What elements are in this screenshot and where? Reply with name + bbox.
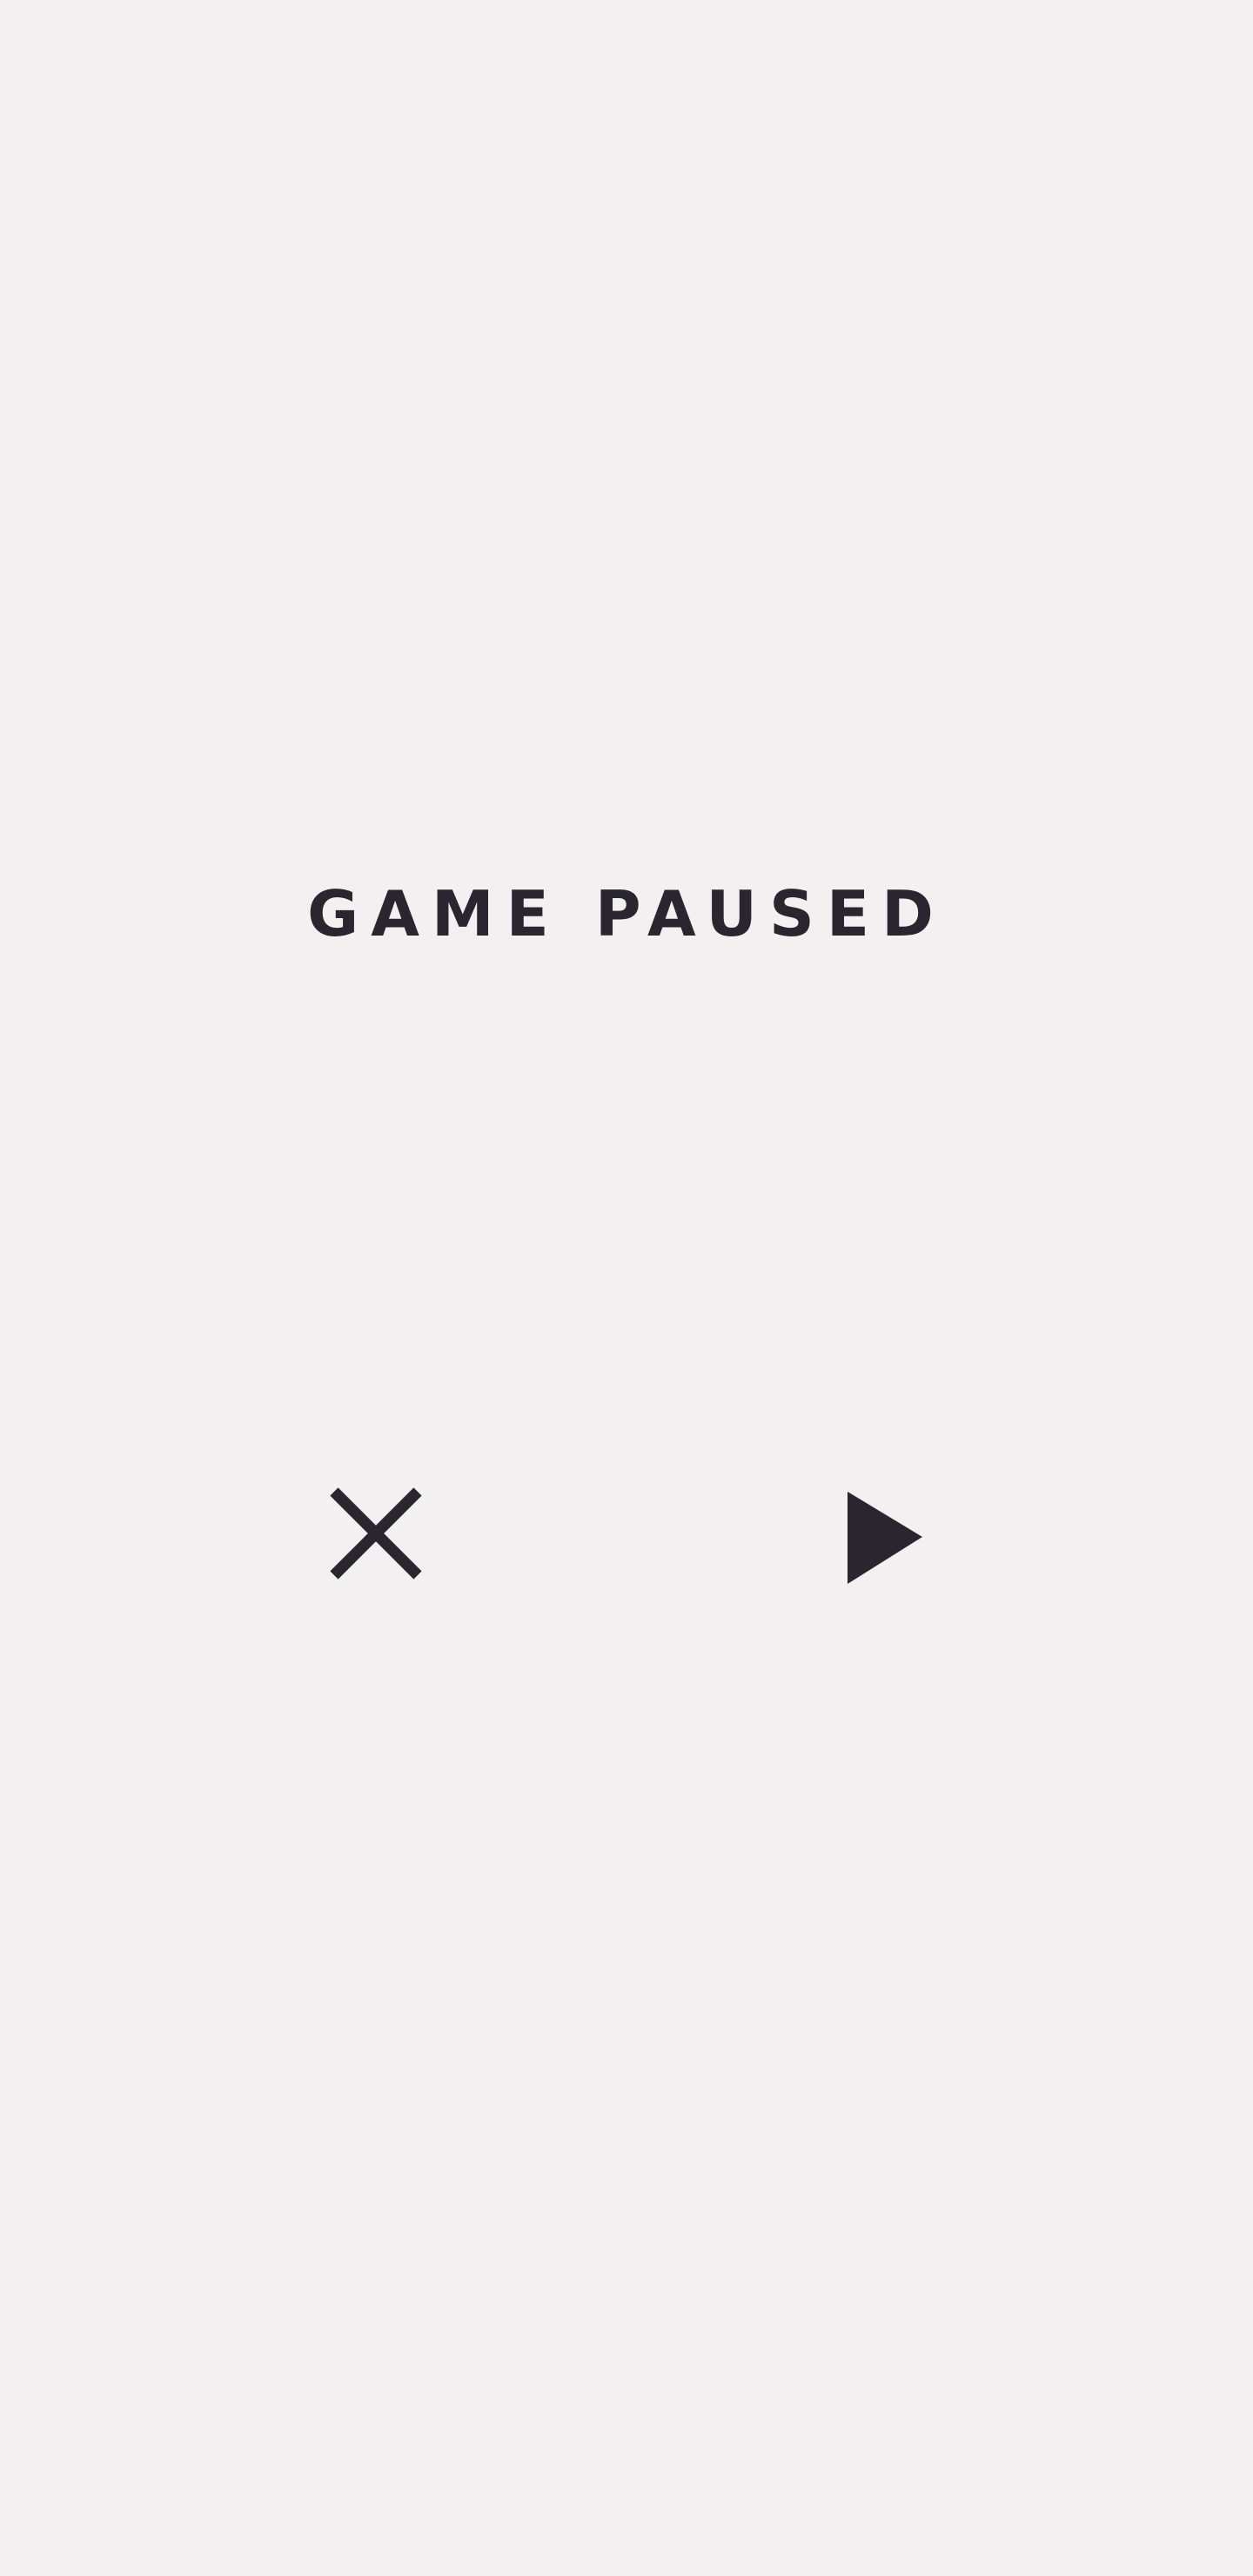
close-icon (330, 1487, 422, 1580)
pause-screen: GAME PAUSED (0, 0, 1253, 2576)
resume-button[interactable] (832, 1476, 947, 1591)
quit-button[interactable] (318, 1476, 433, 1591)
game-paused-title: GAME PAUSED (307, 877, 946, 950)
play-icon (848, 1492, 922, 1584)
